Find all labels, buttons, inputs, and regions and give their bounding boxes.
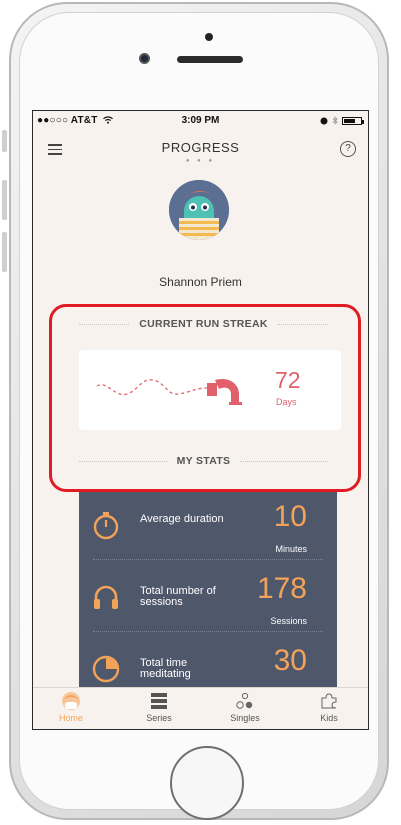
battery-icon: [342, 116, 364, 125]
status-bar: ●●○○○ AT&T 3:09 PM: [33, 111, 368, 131]
stat-label: Average duration: [140, 513, 224, 525]
tab-singles[interactable]: Singles: [215, 690, 275, 723]
avatar-character: [169, 180, 229, 240]
stat-value: 10: [273, 500, 307, 533]
profile-name: Shannon Priem: [159, 275, 242, 289]
volume-up-button: [2, 180, 7, 220]
alarm-icon: [320, 117, 328, 124]
tab-label: Singles: [230, 713, 260, 723]
status-icons: [320, 116, 364, 125]
page-title: PROGRESS: [161, 140, 240, 155]
status-time: 3:09 PM: [181, 115, 220, 126]
stat-label: Total time meditating: [140, 657, 191, 680]
stat-unit: Minutes: [275, 544, 307, 554]
pie-clock-icon: [92, 655, 120, 683]
mute-switch: [2, 130, 7, 152]
stat-row-average-duration: Average duration 10 Minutes: [79, 490, 337, 560]
stopwatch-icon: [93, 512, 119, 540]
tab-label: Kids: [320, 713, 338, 723]
earpiece-speaker: [177, 56, 243, 63]
stat-value: 30: [273, 644, 307, 677]
page-dots: ● ● ●: [185, 158, 216, 164]
singles-dots-icon: [236, 692, 253, 709]
annotation-highlight-box: [49, 304, 361, 492]
help-icon[interactable]: ?: [340, 141, 356, 157]
tab-bar: Home Series Singles Kids: [33, 687, 368, 729]
tab-series[interactable]: Series: [129, 690, 189, 723]
proximity-sensor: [205, 33, 213, 41]
tab-label: Series: [146, 713, 172, 723]
front-camera: [139, 53, 150, 64]
tab-kids[interactable]: Kids: [299, 690, 359, 723]
series-stack-icon: [151, 693, 167, 709]
puzzle-icon: [321, 693, 337, 709]
home-button[interactable]: [170, 746, 244, 820]
avatar: [169, 180, 229, 240]
tab-home[interactable]: Home: [41, 690, 101, 723]
top-nav: PROGRESS ● ● ● ?: [33, 133, 368, 167]
home-face-icon: [62, 692, 80, 710]
volume-down-button: [2, 232, 7, 272]
headphones-icon: [94, 585, 118, 609]
stat-value: 178: [256, 572, 307, 605]
stat-row-total-sessions: Total number of sessions 178 Sessions: [79, 562, 337, 632]
bluetooth-icon: [332, 116, 338, 125]
stat-label: Total number of sessions: [140, 585, 216, 608]
stat-unit: Sessions: [270, 616, 307, 626]
tab-label: Home: [58, 713, 83, 723]
